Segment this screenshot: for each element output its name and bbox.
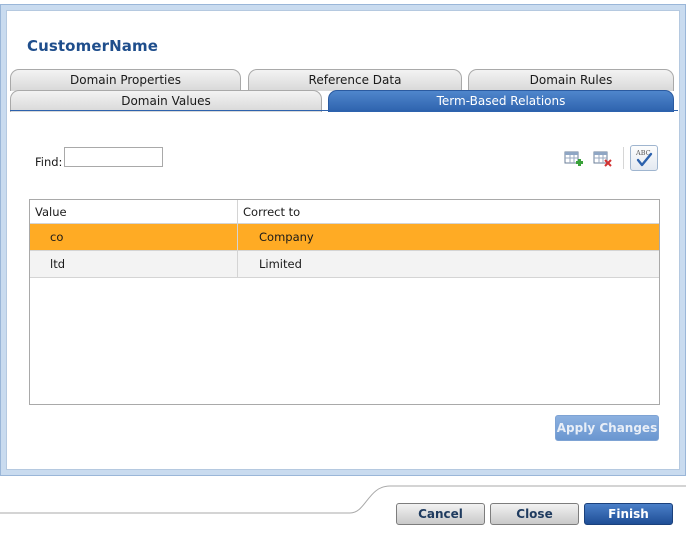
cell-correct-to[interactable]: Company [238,224,659,250]
table-row[interactable]: ltd Limited [30,251,659,278]
dialog-panel: CustomerName Domain Properties Reference… [0,4,686,476]
add-row-icon[interactable] [564,149,584,169]
cell-value[interactable]: ltd [30,251,238,277]
tab-divider [10,110,678,111]
toolbar-divider [623,147,624,169]
spell-check-icon[interactable]: ABC [630,145,658,171]
tab-domain-rules[interactable]: Domain Rules [468,69,674,91]
column-header-value[interactable]: Value [30,200,238,224]
close-button[interactable]: Close [490,503,579,525]
find-input[interactable] [64,147,163,167]
delete-row-icon[interactable] [593,149,613,169]
tab-reference-data[interactable]: Reference Data [248,69,462,91]
tab-term-based-relations[interactable]: Term-Based Relations [328,90,674,112]
term-relations-grid: Value Correct to co Company ltd Limited [29,199,660,405]
tab-domain-properties[interactable]: Domain Properties [10,69,241,91]
finish-button[interactable]: Finish [584,503,673,525]
cell-correct-to[interactable]: Limited [238,251,659,277]
column-header-correct-to[interactable]: Correct to [238,200,659,224]
page-title: CustomerName [27,37,158,55]
cancel-button[interactable]: Cancel [396,503,485,525]
cell-value[interactable]: co [30,224,238,250]
tab-domain-values[interactable]: Domain Values [10,90,322,112]
grid-header: Value Correct to [30,200,659,224]
table-row[interactable]: co Company [30,224,659,251]
dialog-content: CustomerName Domain Properties Reference… [6,10,680,470]
apply-changes-button[interactable]: Apply Changes [555,415,659,441]
find-label: Find: [35,155,63,169]
